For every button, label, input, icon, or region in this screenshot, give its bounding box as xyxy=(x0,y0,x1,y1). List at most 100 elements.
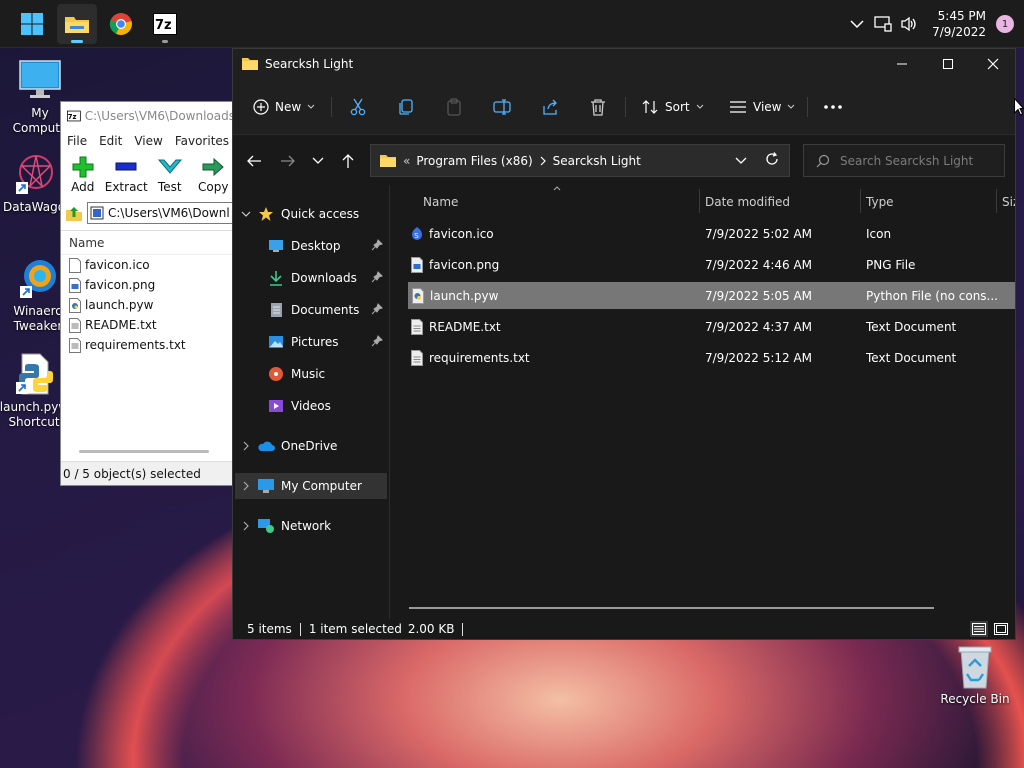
explorer-titlebar[interactable]: Searcksh Light xyxy=(233,49,1015,79)
table-row[interactable]: requirements.txt 7/9/2022 5:12 AM Text D… xyxy=(407,344,1015,371)
recycle-bin-icon xyxy=(958,646,992,689)
table-row[interactable]: launch.pyw 7/9/2022 5:05 AM Python File … xyxy=(408,282,1015,309)
nav-desktop[interactable]: Desktop xyxy=(259,233,387,259)
pin-icon[interactable] xyxy=(371,303,383,315)
7zip-copy-button[interactable]: Copy xyxy=(192,154,236,194)
view-button[interactable]: View xyxy=(729,93,795,121)
pin-icon[interactable] xyxy=(371,239,383,251)
table-row[interactable]: favicon.png 7/9/2022 4:46 AM PNG File xyxy=(407,251,1015,278)
file-type: PNG File xyxy=(866,257,916,272)
nav-onedrive[interactable]: OneDrive xyxy=(235,433,387,459)
copy-button[interactable] xyxy=(397,93,415,121)
7zip-column-name[interactable]: Name xyxy=(61,231,235,255)
column-divider[interactable] xyxy=(860,189,861,213)
nav-downloads[interactable]: Downloads xyxy=(259,265,387,291)
chevron-right-icon[interactable] xyxy=(243,481,250,491)
thumbnail-view-button[interactable] xyxy=(992,621,1010,637)
7zip-window[interactable]: 7z C:\Users\VM6\Downloads File Edit View… xyxy=(60,101,236,486)
desktop-icon-recycle-bin[interactable]: Recycle Bin xyxy=(935,644,1015,707)
nav-label: Quick access xyxy=(281,207,360,221)
list-item[interactable]: requirements.txt xyxy=(61,335,235,355)
window-title: Searcksh Light xyxy=(265,57,354,71)
close-button[interactable] xyxy=(970,49,1015,79)
chevron-down-icon[interactable] xyxy=(241,211,251,218)
details-view-button[interactable] xyxy=(970,621,988,637)
7zip-file-list[interactable]: Name favicon.ico favicon.png launch.pyw … xyxy=(61,230,235,462)
nav-music[interactable]: Music xyxy=(259,361,387,387)
breadcrumb-overflow[interactable]: « xyxy=(403,154,410,168)
7zip-add-button[interactable]: Add xyxy=(61,154,105,194)
network-tray-button[interactable] xyxy=(870,9,896,39)
table-row[interactable]: README.txt 7/9/2022 4:37 AM Text Documen… xyxy=(407,313,1015,340)
list-item[interactable]: favicon.png xyxy=(61,275,235,295)
chevron-right-icon[interactable] xyxy=(539,156,547,166)
volume-tray-button[interactable] xyxy=(896,9,922,39)
new-button[interactable]: New xyxy=(253,93,315,121)
column-header-size[interactable]: Siz xyxy=(1002,195,1015,209)
7zip-test-button[interactable]: Test xyxy=(148,154,192,194)
taskbar-chrome[interactable] xyxy=(101,4,141,44)
table-row[interactable]: S favicon.ico 7/9/2022 5:02 AM Icon xyxy=(407,220,1015,247)
clock[interactable]: 5:45 PM 7/9/2022 xyxy=(922,8,992,40)
7zip-path-input[interactable]: C:\Users\VM6\Downl xyxy=(87,202,235,224)
sort-button[interactable]: Sort xyxy=(641,93,704,121)
nav-documents[interactable]: Documents xyxy=(259,297,387,323)
list-item[interactable]: favicon.ico xyxy=(61,255,235,275)
horizontal-scrollbar[interactable] xyxy=(409,607,934,609)
recent-locations-button[interactable] xyxy=(306,149,330,173)
paste-button[interactable] xyxy=(445,93,463,121)
search-box[interactable] xyxy=(803,144,1005,177)
file-list[interactable]: Name Date modified Type Siz S favicon.ic… xyxy=(391,185,1015,619)
7zip-horizontal-scrollbar[interactable] xyxy=(79,450,209,453)
7zip-menu-edit[interactable]: Edit xyxy=(99,134,122,148)
breadcrumb-program-files[interactable]: Program Files (x86) xyxy=(416,154,532,168)
search-input[interactable] xyxy=(840,153,990,168)
7zip-menu-file[interactable]: File xyxy=(67,134,87,148)
nav-network[interactable]: Network xyxy=(235,513,387,539)
7zip-menu-favorites[interactable]: Favorites xyxy=(175,134,229,148)
nav-videos[interactable]: Videos xyxy=(259,393,387,419)
column-header-name[interactable]: Name xyxy=(423,195,458,209)
column-header-type[interactable]: Type xyxy=(866,195,894,209)
share-button[interactable] xyxy=(541,93,559,121)
column-divider[interactable] xyxy=(996,189,997,213)
start-button[interactable] xyxy=(12,4,52,44)
cloud-icon xyxy=(258,441,275,451)
up-button[interactable] xyxy=(336,149,360,173)
pin-icon[interactable] xyxy=(371,271,383,283)
forward-button[interactable] xyxy=(276,149,300,173)
7zip-extract-button[interactable]: Extract xyxy=(105,154,149,194)
taskbar-file-explorer[interactable] xyxy=(57,4,97,44)
refresh-button[interactable] xyxy=(765,152,779,169)
pin-icon[interactable] xyxy=(371,335,383,347)
folder-up-icon[interactable] xyxy=(65,204,83,222)
list-item[interactable]: README.txt xyxy=(61,315,235,335)
file-icon xyxy=(69,257,81,273)
delete-button[interactable] xyxy=(589,93,607,121)
minimize-button[interactable] xyxy=(879,49,925,79)
nav-quick-access[interactable]: Quick access xyxy=(235,201,387,227)
chevron-right-icon[interactable] xyxy=(243,521,250,531)
back-button[interactable] xyxy=(242,149,266,173)
maximize-button[interactable] xyxy=(925,49,971,79)
file-explorer-window[interactable]: Searcksh Light New Sort View « Program F… xyxy=(232,48,1016,640)
taskbar-7zip[interactable]: 7z xyxy=(145,4,185,44)
chevron-right-icon[interactable] xyxy=(243,441,250,451)
rename-button[interactable] xyxy=(493,93,511,121)
nav-my-computer[interactable]: My Computer xyxy=(235,473,387,499)
notification-badge[interactable]: 1 xyxy=(996,15,1014,33)
column-divider[interactable] xyxy=(699,189,700,213)
address-history-button[interactable] xyxy=(735,154,747,168)
nav-pictures[interactable]: Pictures xyxy=(259,329,387,355)
address-bar[interactable]: « Program Files (x86) Searcksh Light xyxy=(370,144,790,177)
more-options-button[interactable] xyxy=(823,93,843,121)
breadcrumb-current-folder[interactable]: Searcksh Light xyxy=(553,154,641,168)
image-file-icon xyxy=(69,277,81,293)
7zip-menu-view[interactable]: View xyxy=(134,134,162,148)
list-item[interactable]: launch.pyw xyxy=(61,295,235,315)
column-header-date[interactable]: Date modified xyxy=(705,195,790,209)
7zip-toolbar: Add Extract Test Copy xyxy=(61,152,235,200)
show-hidden-icons-button[interactable] xyxy=(844,9,870,39)
cut-button[interactable] xyxy=(349,93,367,121)
7zip-titlebar[interactable]: 7z C:\Users\VM6\Downloads xyxy=(61,102,235,130)
